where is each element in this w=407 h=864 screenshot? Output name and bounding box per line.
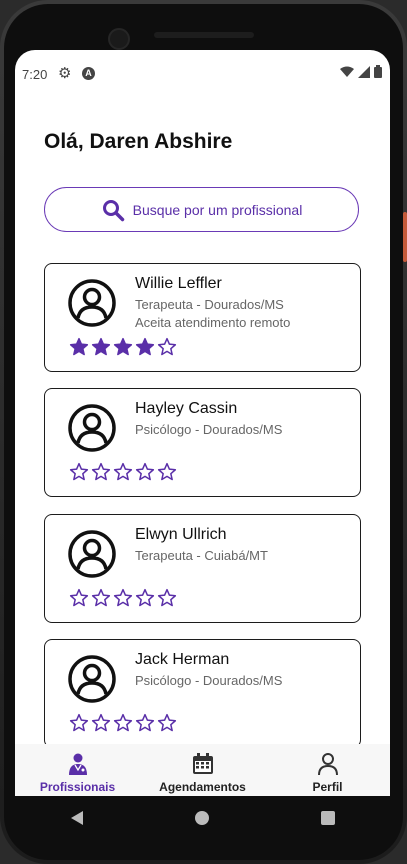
star-outline-icon	[69, 462, 89, 487]
star-outline-icon	[69, 713, 89, 738]
professional-card[interactable]: Willie Leffler Terapeuta - Dourados/MS Ace…	[44, 263, 361, 372]
nav-label: Agendamentos	[159, 780, 246, 794]
professional-card[interactable]: Elwyn Ullrich Terapeuta - Cuiabá/MT	[44, 514, 361, 623]
wifi-icon	[340, 66, 354, 77]
home-icon[interactable]	[194, 810, 210, 831]
star-filled-icon	[91, 337, 111, 362]
rating-stars	[69, 462, 177, 487]
speaker-grille	[154, 32, 254, 38]
search-placeholder: Busque por um profissional	[132, 201, 303, 218]
page-title: Olá, Daren Abshire	[44, 130, 233, 153]
star-outline-icon	[135, 462, 155, 487]
star-outline-icon	[135, 588, 155, 613]
camera-icon	[108, 28, 130, 50]
professional-name: Jack Herman	[135, 651, 230, 668]
rating-stars	[69, 337, 177, 362]
professional-card[interactable]: Hayley Cassin Psicólogo - Dourados/MS	[44, 388, 361, 497]
professional-card[interactable]: Jack Herman Psicólogo - Dourados/MS	[44, 639, 361, 748]
star-outline-icon	[91, 713, 111, 738]
signal-icon	[358, 65, 370, 78]
star-filled-icon	[113, 337, 133, 362]
star-filled-icon	[135, 337, 155, 362]
search-icon	[102, 199, 124, 221]
professional-info: Terapeuta - Cuiabá/MT	[135, 547, 268, 565]
calendar-icon	[192, 753, 213, 774]
recents-icon[interactable]	[320, 810, 335, 830]
avatar-icon	[67, 654, 117, 704]
star-outline-icon	[69, 588, 89, 613]
star-outline-icon	[91, 462, 111, 487]
status-time: 7:20	[22, 67, 48, 82]
doctor-icon	[68, 753, 87, 775]
gear-icon: ⚙	[58, 65, 72, 82]
professional-role: Terapeuta - Dourados/MS	[135, 297, 284, 312]
professional-role: Terapeuta - Cuiabá/MT	[135, 548, 268, 563]
bottom-navigation: Profissionais Agendamentos Perfil	[15, 744, 390, 796]
professional-role: Psicólogo - Dourados/MS	[135, 422, 283, 437]
star-outline-icon	[113, 713, 133, 738]
professional-name: Willie Leffler	[135, 275, 222, 292]
nav-tab-agendamentos[interactable]: Agendamentos	[140, 744, 265, 796]
star-outline-icon	[135, 713, 155, 738]
search-input[interactable]: Busque por um profissional	[44, 187, 359, 232]
status-icons	[340, 65, 382, 78]
nav-tab-profissionais[interactable]: Profissionais	[15, 744, 140, 796]
avatar-icon	[67, 403, 117, 453]
star-outline-icon	[113, 462, 133, 487]
star-filled-icon	[69, 337, 89, 362]
a-badge-icon: A	[82, 67, 95, 80]
star-outline-icon	[91, 588, 111, 613]
professional-name: Hayley Cassin	[135, 400, 238, 417]
system-navigation-bar	[15, 796, 390, 844]
nav-tab-perfil[interactable]: Perfil	[265, 744, 390, 796]
phone-frame: 7:20 ⚙ A Olá, Daren Abshire Busque por u…	[0, 0, 407, 864]
rating-stars	[69, 588, 177, 613]
remote-badge: Aceita atendimento remoto	[135, 315, 291, 330]
avatar-icon	[67, 278, 117, 328]
rating-stars	[69, 713, 177, 738]
professional-info: Psicólogo - Dourados/MS	[135, 421, 282, 439]
power-button[interactable]	[403, 212, 407, 262]
person-icon	[317, 753, 338, 776]
star-outline-icon	[157, 588, 177, 613]
star-outline-icon	[157, 337, 177, 362]
professional-info: Terapeuta - Dourados/MS Aceita atendiment…	[135, 296, 290, 332]
back-icon[interactable]	[70, 810, 84, 831]
battery-icon	[374, 65, 382, 78]
professional-role: Psicólogo - Dourados/MS	[135, 673, 283, 688]
professional-info: Psicólogo - Dourados/MS	[135, 672, 282, 690]
app-screen: 7:20 ⚙ A Olá, Daren Abshire Busque por u…	[15, 50, 390, 796]
star-outline-icon	[113, 588, 133, 613]
nav-label: Perfil	[312, 780, 343, 794]
avatar-icon	[67, 529, 117, 579]
status-bar: 7:20 ⚙ A	[15, 50, 390, 96]
star-outline-icon	[157, 713, 177, 738]
nav-label: Profissionais	[39, 780, 116, 794]
star-outline-icon	[157, 462, 177, 487]
professional-name: Elwyn Ullrich	[135, 526, 227, 543]
